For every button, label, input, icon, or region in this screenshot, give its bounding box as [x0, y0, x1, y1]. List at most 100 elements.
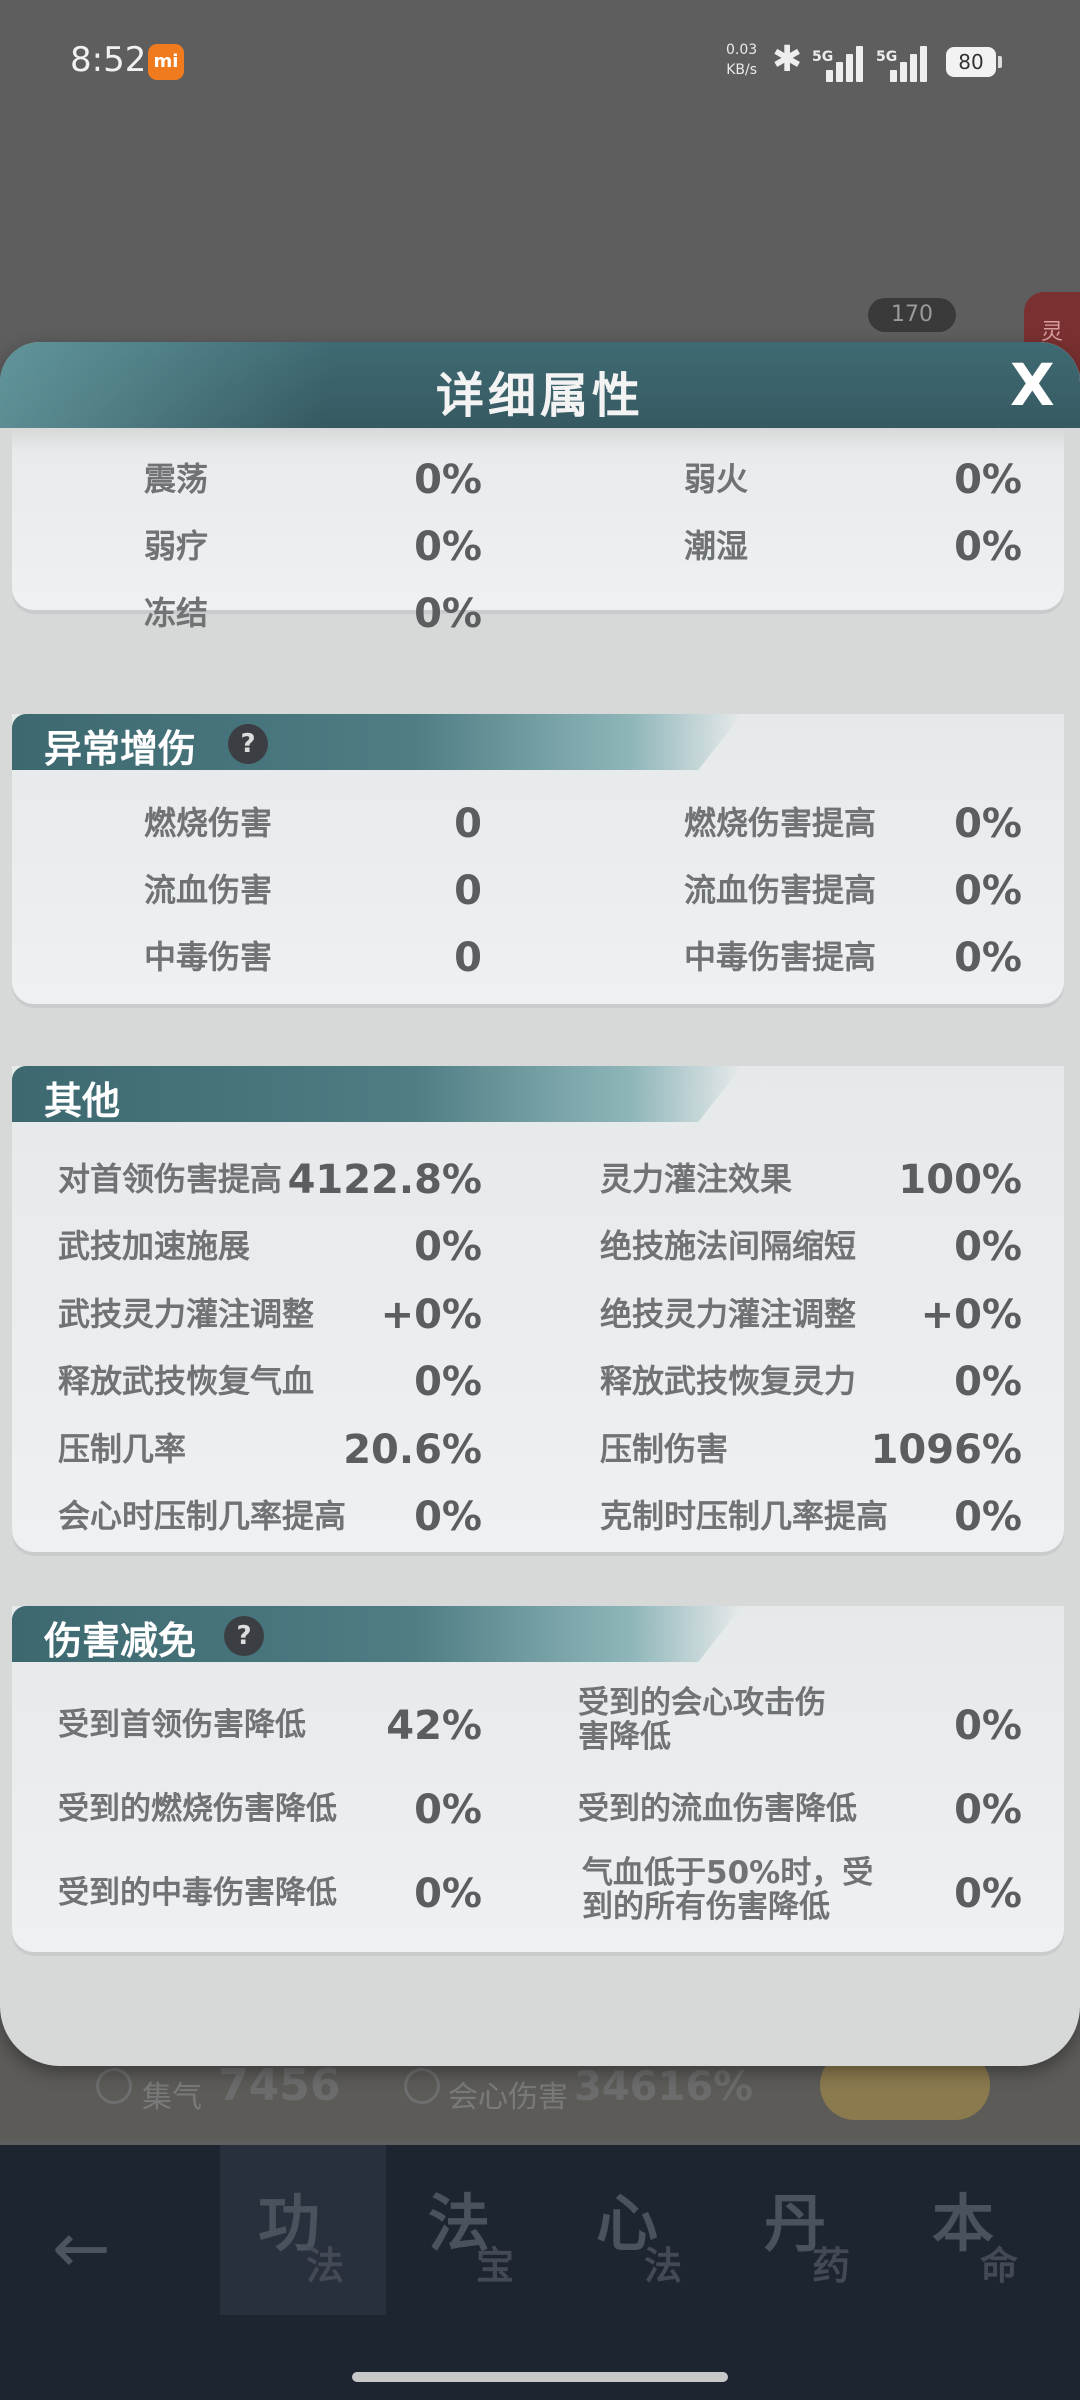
- attr-value: 1096%: [870, 1427, 1022, 1473]
- attr-label: 震荡: [144, 460, 209, 498]
- attr-label: 对首领伤害提高: [58, 1160, 283, 1198]
- attr-value: 0: [454, 801, 482, 847]
- battery-icon: 80: [946, 47, 1002, 77]
- modal-title: 详细属性: [435, 368, 644, 424]
- attr-value: 0%: [414, 524, 482, 570]
- modal-scroll-body[interactable]: 失明 0% 禁足 0% 震荡 0% 弱火 0% 弱疗 0% 潮湿 0% 冻结 0…: [0, 428, 1080, 2048]
- attr-label: 害降低: [578, 1719, 671, 1755]
- attr-value: 0%: [954, 1787, 1022, 1833]
- attr-label: 武技加速施展: [58, 1227, 251, 1265]
- nav-tab-danyao[interactable]: 丹 药: [726, 2145, 892, 2315]
- attr-value: 0%: [414, 1224, 482, 1270]
- attr-value: 0%: [954, 1359, 1022, 1405]
- nav-tab-sub: 法: [644, 2244, 683, 2288]
- nav-tab-sub: 命: [980, 2244, 1019, 2288]
- attr-value: 0%: [954, 457, 1022, 503]
- attr-value: 0%: [954, 935, 1022, 981]
- attr-value: 0: [454, 935, 482, 981]
- section-header: [12, 1066, 742, 1122]
- attr-label: 弱疗: [144, 527, 209, 565]
- attr-value: 0%: [414, 1359, 482, 1405]
- modal-header: 详细属性 X: [0, 342, 1080, 428]
- nav-tab-xinfa[interactable]: 心 法: [558, 2145, 724, 2315]
- attr-label: 弱火: [684, 460, 749, 498]
- attr-label: 中毒伤害提高: [684, 938, 877, 976]
- attr-value: +0%: [380, 1292, 482, 1338]
- attr-value: 0%: [414, 1871, 482, 1917]
- abnormal-damage-card: 异常增伤 ? 燃烧伤害 0 燃烧伤害提高 0% 流血伤害 0 流血伤害提高 0%…: [12, 714, 1064, 1004]
- damage-reduction-card: 伤害减免 ? 受到首领伤害降低 42% 受到的会心攻击伤 害降低 0% 受到的燃…: [12, 1606, 1064, 1952]
- signal-type-label: 5G: [812, 49, 834, 65]
- attr-label: 潮湿: [684, 527, 749, 565]
- signal-type-label: 5G: [876, 49, 898, 65]
- scroll-fade: [0, 428, 1080, 452]
- status-bar: 8:52 mi 0.03 KB/s ✱ 5G 5G 80: [0, 0, 1080, 120]
- stat-label: 集气: [142, 2080, 202, 2115]
- attr-label: 受到的流血伤害降低: [578, 1791, 857, 1827]
- attr-value: 42%: [386, 1703, 482, 1749]
- attr-value: 0%: [954, 1703, 1022, 1749]
- section-title: 伤害减免: [44, 1619, 197, 1663]
- help-icon[interactable]: ?: [224, 1616, 264, 1656]
- nav-tab-sub: 宝: [476, 2244, 515, 2288]
- attr-label: 流血伤害: [144, 871, 273, 909]
- attr-value: +0%: [920, 1292, 1022, 1338]
- signal-icon: 5G: [812, 40, 863, 82]
- network-speed-unit: KB/s: [726, 62, 757, 78]
- bottom-nav: ← 功 法 法 宝 心 法 丹 药 本 命: [0, 2145, 1080, 2400]
- home-indicator[interactable]: [352, 2372, 728, 2382]
- attr-label: 释放武技恢复灵力: [600, 1362, 857, 1400]
- attr-label: 燃烧伤害提高: [684, 804, 877, 842]
- stat-value: 34616%: [574, 2064, 754, 2110]
- attr-value: 0%: [954, 524, 1022, 570]
- other-attributes-card: 其他 对首领伤害提高 4122.8% 灵力灌注效果 100% 武技加速施展 0%…: [12, 1066, 1064, 1552]
- attr-value: 0%: [954, 1494, 1022, 1540]
- attr-label: 冻结: [144, 594, 209, 632]
- attr-value: 0%: [954, 801, 1022, 847]
- attr-value: 4122.8%: [287, 1157, 482, 1203]
- attr-value: 0%: [414, 457, 482, 503]
- attr-label: 受到的会心攻击伤: [578, 1685, 826, 1721]
- network-speed-value: 0.03: [726, 42, 758, 58]
- status-time: 8:52: [70, 40, 147, 80]
- attr-value: 0%: [954, 1224, 1022, 1270]
- attribute-detail-modal: 详细属性 X 失明 0% 禁足 0% 震荡 0% 弱火 0% 弱疗 0% 潮湿 …: [0, 342, 1080, 2066]
- signal-icon: 5G: [876, 40, 927, 82]
- attr-value: 0%: [414, 1787, 482, 1833]
- attr-label: 压制几率: [58, 1430, 187, 1468]
- level-badge: 170: [868, 298, 956, 332]
- attr-label: 绝技施法间隔缩短: [600, 1227, 857, 1265]
- star-burst-icon: [404, 2068, 440, 2104]
- section-title: 其他: [44, 1079, 121, 1123]
- attr-value: 0%: [954, 868, 1022, 914]
- back-arrow-icon[interactable]: ←: [52, 2207, 111, 2289]
- nav-tab-benming[interactable]: 本 命: [894, 2145, 1060, 2315]
- attr-value: 0%: [954, 1871, 1022, 1917]
- attr-value: 0: [454, 868, 482, 914]
- close-button[interactable]: X: [1010, 350, 1055, 420]
- nav-tab-fabao[interactable]: 法 宝: [390, 2145, 556, 2315]
- network-speed: 0.03 KB/s: [726, 40, 757, 80]
- attr-label: 燃烧伤害: [144, 804, 273, 842]
- attr-label: 中毒伤害: [144, 938, 273, 976]
- stat-label: 会心伤害: [448, 2080, 568, 2115]
- nav-tab-sub: 法: [306, 2244, 345, 2288]
- attr-label: 压制伤害: [600, 1430, 729, 1468]
- attr-label: 绝技灵力灌注调整: [600, 1295, 857, 1333]
- bluetooth-icon: ✱: [772, 39, 803, 80]
- attr-label: 流血伤害提高: [684, 871, 877, 909]
- help-icon[interactable]: ?: [228, 724, 268, 764]
- swirl-icon: [96, 2068, 132, 2104]
- status-effects-card: 失明 0% 禁足 0% 震荡 0% 弱火 0% 弱疗 0% 潮湿 0% 冻结 0…: [12, 428, 1064, 636]
- section-title: 异常增伤: [44, 727, 197, 771]
- stat-value: 7456: [218, 2060, 341, 2111]
- mi-app-icon: mi: [148, 44, 184, 80]
- nav-tab-gongfa[interactable]: 功 法: [220, 2145, 386, 2315]
- attr-label: 灵力灌注效果: [600, 1160, 793, 1198]
- attr-value: 100%: [898, 1157, 1022, 1203]
- attr-value: 0%: [414, 591, 482, 637]
- attr-value: 20.6%: [343, 1427, 482, 1473]
- nav-tab-sub: 药: [812, 2244, 851, 2288]
- attr-value: 0%: [414, 1494, 482, 1540]
- attr-label: 到的所有伤害降低: [582, 1889, 830, 1925]
